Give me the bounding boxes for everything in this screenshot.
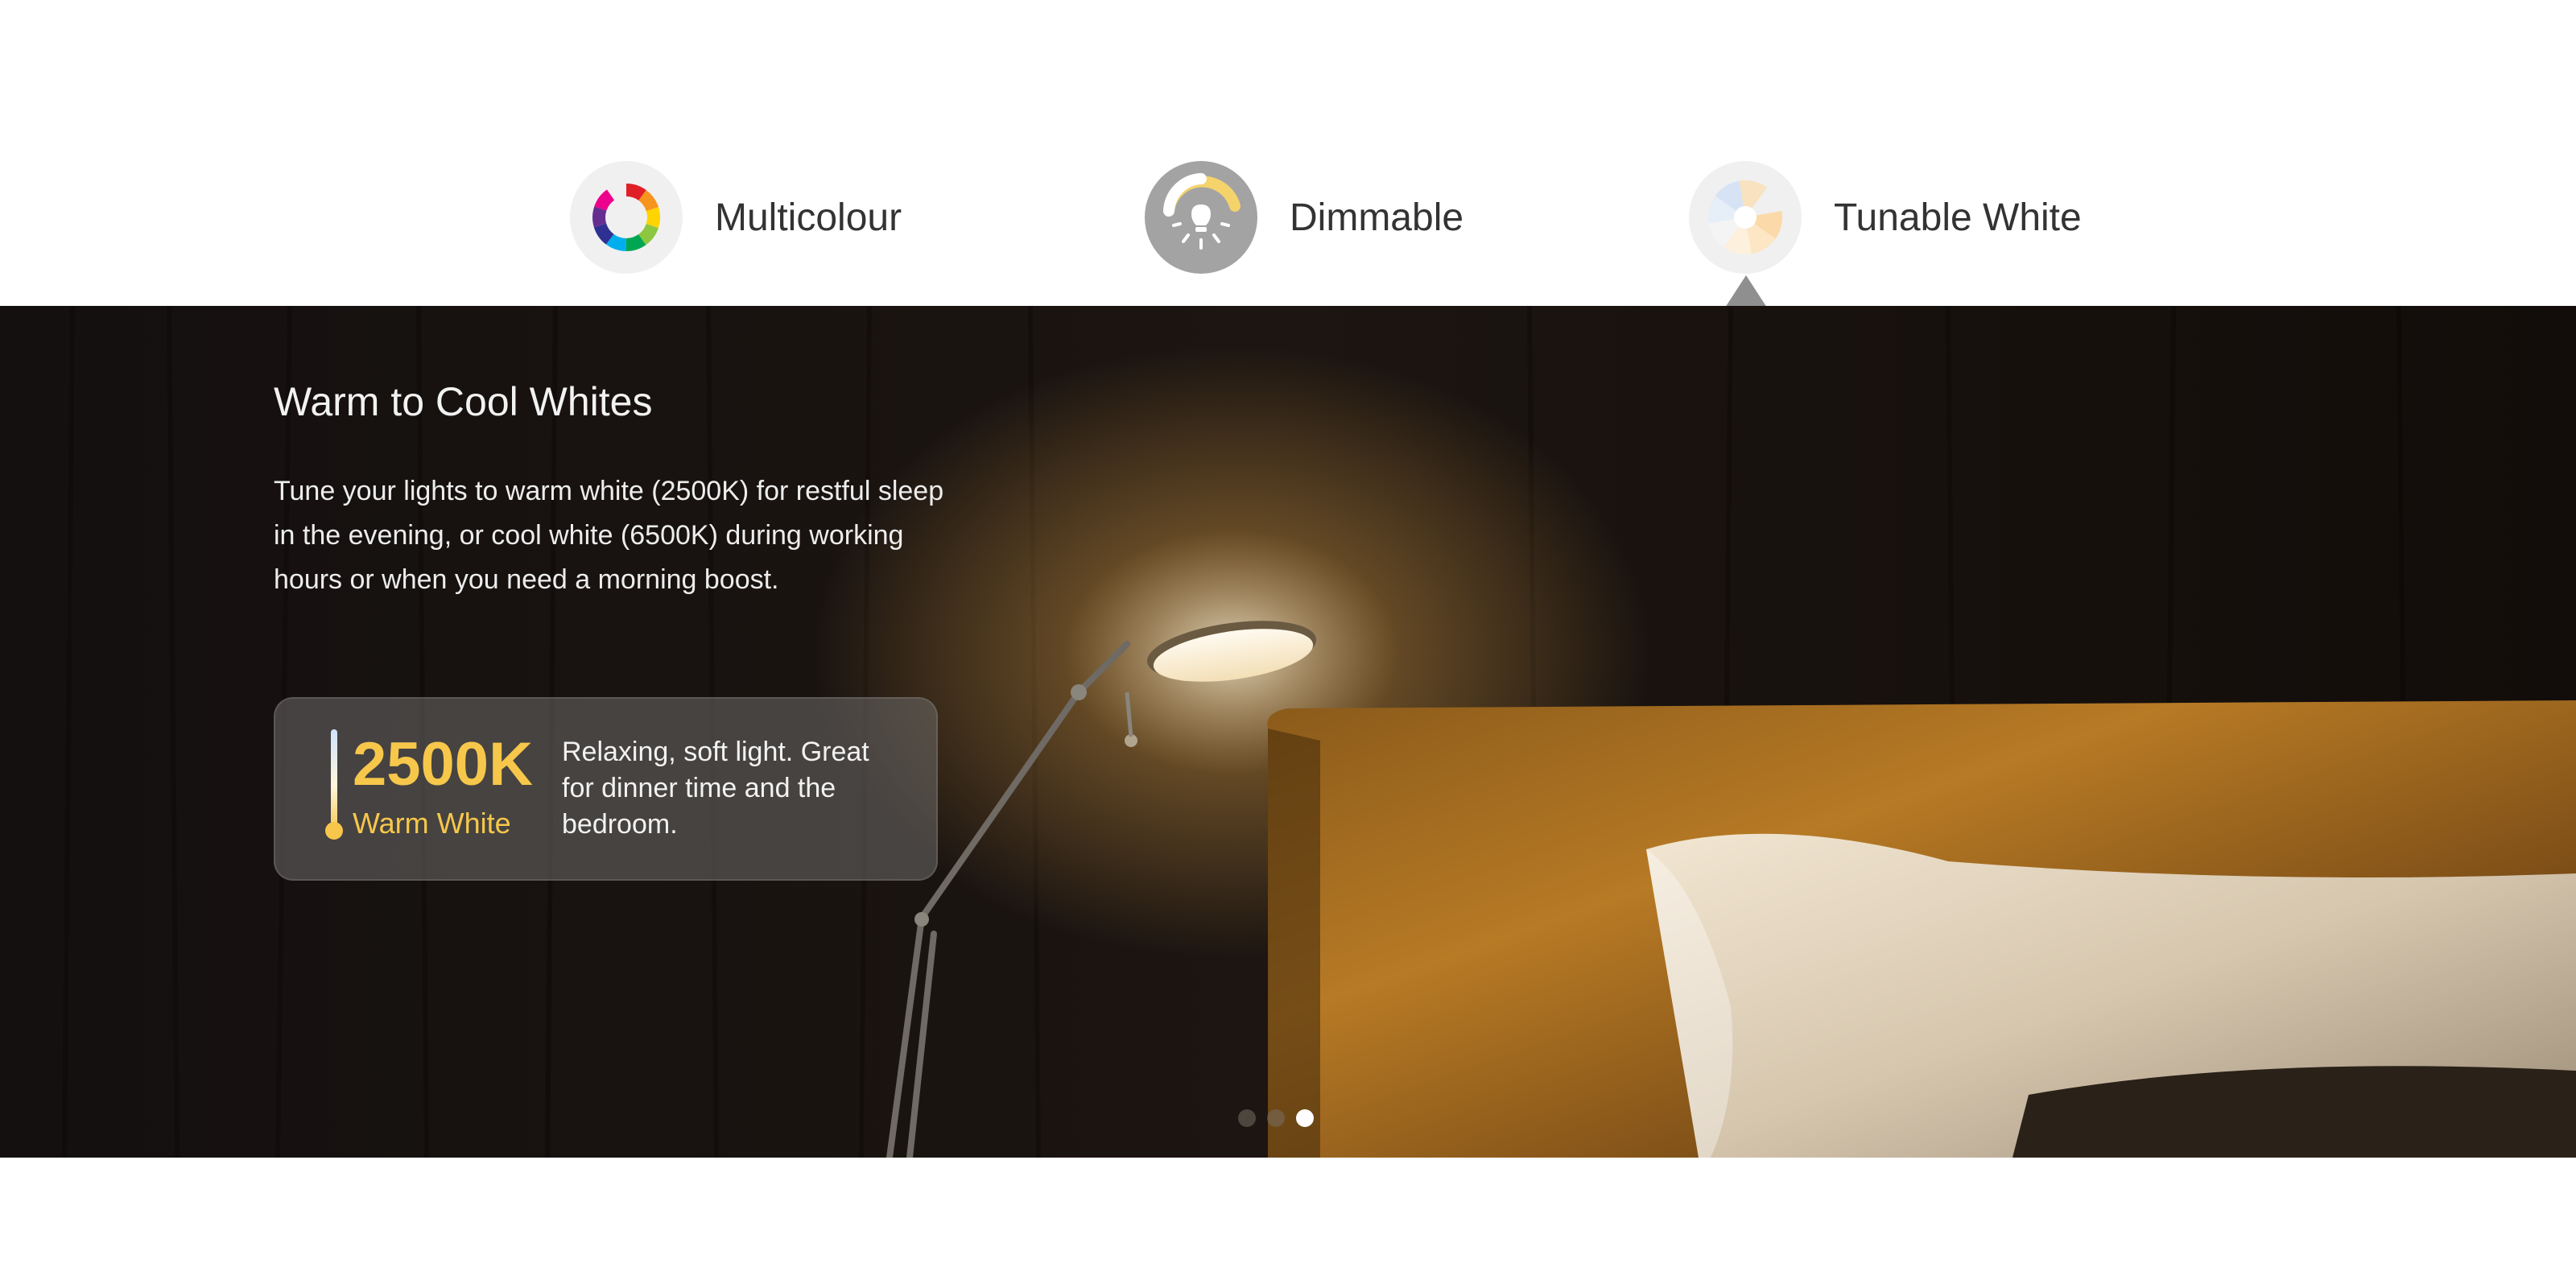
tab-dimmable[interactable]: Dimmable (1145, 161, 1463, 274)
temperature-description: Relaxing, soft light. Great for dinner t… (562, 737, 869, 840)
hero-banner: Warm to Cool Whites Tune your lights to … (0, 306, 2576, 1158)
temperature-value: 2500K (353, 730, 533, 799)
carousel-dot-2[interactable] (1267, 1109, 1285, 1127)
color-temperature-card: 2500K Warm White Relaxing, soft light. G… (274, 697, 938, 881)
tab-label-multicolour: Multicolour (715, 196, 902, 239)
hero-title: Warm to Cool Whites (274, 379, 653, 424)
temperature-name: Warm White (353, 807, 511, 840)
feature-tabs: Multicolour Dimmable Tunable White (0, 0, 2576, 308)
carousel-dots (1238, 1109, 1314, 1127)
thermometer-icon (322, 728, 346, 848)
tab-multicolour[interactable]: Multicolour (570, 161, 902, 274)
dimmable-bulb-icon (1145, 161, 1257, 274)
color-wheel-icon (570, 161, 683, 274)
tab-label-tunable-white: Tunable White (1834, 196, 2082, 239)
tunable-white-wheel-icon (1689, 161, 1802, 274)
carousel-dot-3[interactable] (1296, 1109, 1314, 1127)
active-tab-pointer (1725, 275, 1767, 308)
tab-tunable-white[interactable]: Tunable White (1689, 161, 2082, 274)
tab-label-dimmable: Dimmable (1290, 196, 1464, 239)
hero-description: Tune your lights to warm white (2500K) f… (274, 476, 944, 595)
carousel-dot-1[interactable] (1238, 1109, 1256, 1127)
